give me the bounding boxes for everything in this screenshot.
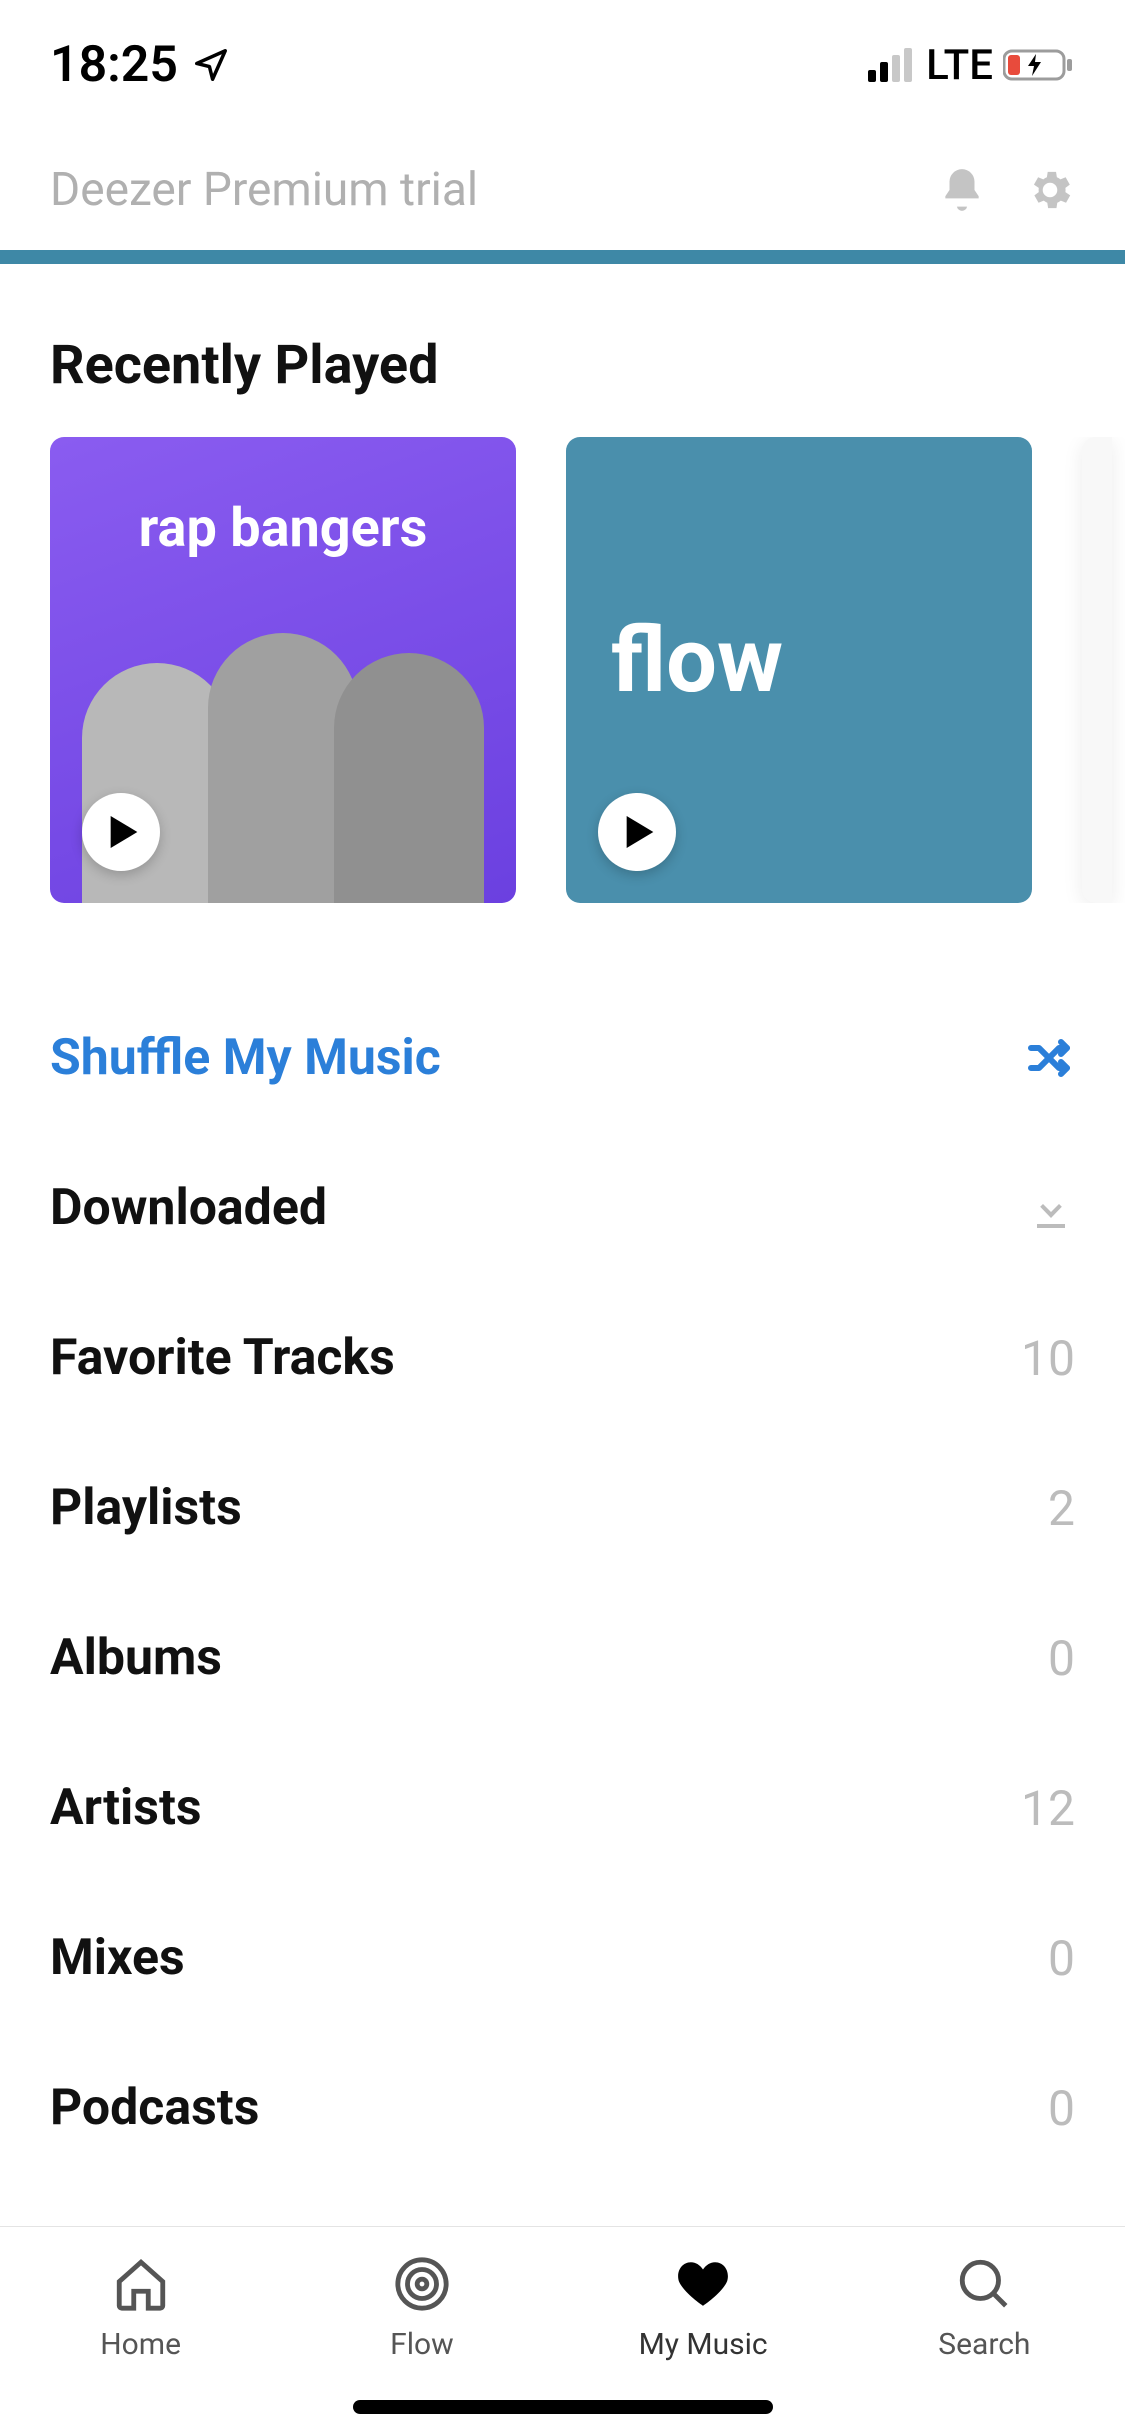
row-label: Shuffle My Music [50,1029,441,1087]
tab-label: Flow [390,2327,454,2362]
tab-flow[interactable]: Flow [281,2255,562,2362]
row-count: 0 [1048,1630,1075,1687]
progress-bar [0,250,1125,264]
shuffle-icon [1027,1034,1075,1082]
row-count: 0 [1048,1930,1075,1987]
signal-icon [868,48,916,82]
list-item-albums[interactable]: Albums 0 [0,1583,1125,1733]
network-label: LTE [926,41,993,90]
my-music-list: Shuffle My Music Downloaded Favorite Tra… [0,983,1125,2183]
status-right: LTE [868,41,1075,90]
app-header: Deezer Premium trial [0,130,1125,250]
gear-icon[interactable] [1025,165,1075,215]
bell-icon[interactable] [937,165,987,215]
search-icon [955,2255,1013,2313]
row-count: 2 [1048,1480,1075,1537]
flow-icon [393,2255,451,2313]
row-label: Podcasts [50,2079,259,2137]
battery-icon [1003,48,1075,82]
recent-card-rap-bangers[interactable]: rap bangers [50,437,516,903]
tab-my-music[interactable]: My Music [563,2255,844,2362]
recent-card-partial[interactable] [1082,437,1112,903]
tab-label: Home [100,2327,181,2362]
tab-label: My Music [639,2327,768,2362]
row-label: Artists [50,1779,202,1837]
play-button[interactable] [82,793,160,871]
list-item-favorite-tracks[interactable]: Favorite Tracks 10 [0,1283,1125,1433]
row-label: Downloaded [50,1179,327,1237]
recent-card-flow[interactable]: flow [566,437,1032,903]
tab-search[interactable]: Search [844,2255,1125,2362]
row-label: Albums [50,1629,222,1687]
recently-played-title: Recently Played [50,334,1125,397]
status-left: 18:25 [50,36,230,94]
status-time: 18:25 [50,36,178,94]
heart-icon [674,2255,732,2313]
list-item-artists[interactable]: Artists 12 [0,1733,1125,1883]
download-icon [1027,1184,1075,1232]
row-count: 10 [1021,1330,1075,1387]
list-item-downloaded[interactable]: Downloaded [0,1133,1125,1283]
card-title: flow [611,608,783,713]
row-label: Mixes [50,1929,185,1987]
header-title: Deezer Premium trial [50,163,478,217]
location-icon [192,46,230,84]
tab-label: Search [938,2327,1030,2362]
list-item-podcasts[interactable]: Podcasts 0 [0,2033,1125,2183]
play-icon [110,816,138,848]
play-button[interactable] [598,793,676,871]
play-icon [626,816,654,848]
status-bar: 18:25 LTE [0,0,1125,130]
home-indicator[interactable] [353,2400,773,2414]
row-count: 12 [1021,1780,1075,1837]
row-label: Favorite Tracks [50,1329,395,1387]
card-title: rap bangers [50,497,516,560]
tab-home[interactable]: Home [0,2255,281,2362]
list-item-playlists[interactable]: Playlists 2 [0,1433,1125,1583]
recently-played-row[interactable]: rap bangers flow [0,437,1125,903]
list-item-mixes[interactable]: Mixes 0 [0,1883,1125,2033]
row-label: Playlists [50,1479,242,1537]
shuffle-my-music[interactable]: Shuffle My Music [0,983,1125,1133]
home-icon [112,2255,170,2313]
row-count: 0 [1048,2080,1075,2137]
